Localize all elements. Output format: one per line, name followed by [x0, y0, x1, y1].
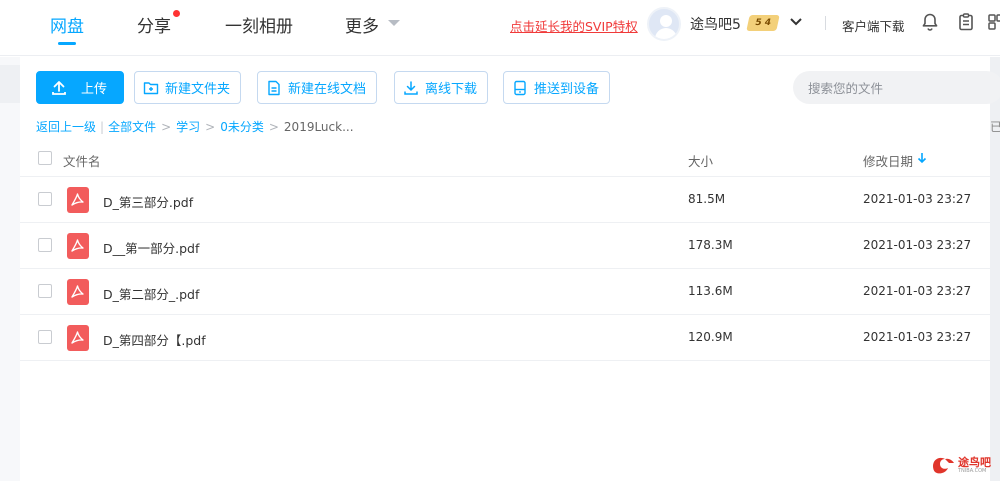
chevron-down-icon[interactable]: [789, 15, 803, 29]
folder-add-icon: [143, 81, 159, 94]
breadcrumb-separator: |: [100, 120, 105, 134]
file-name[interactable]: D_第四部分【.pdf: [103, 330, 206, 349]
avatar[interactable]: [647, 7, 681, 41]
breadcrumb-current: 2019Luck...: [283, 120, 354, 134]
back-link[interactable]: 返回上一级: [36, 120, 96, 134]
column-modified[interactable]: 修改日期: [863, 151, 913, 170]
new-online-doc-label: 新建在线文档: [288, 82, 367, 97]
file-name[interactable]: D__第一部分.pdf: [103, 238, 199, 257]
file-modified: 2021-01-03 23:27: [863, 284, 972, 298]
table-row[interactable]: D__第一部分.pdf 178.3M 2021-01-03 23:27: [20, 223, 990, 269]
offline-download-label: 离线下载: [425, 82, 478, 97]
document-icon: [268, 80, 280, 95]
upload-label: 上传: [81, 82, 108, 97]
table-header: 文件名 大小 修改日期: [20, 140, 990, 177]
table-row[interactable]: D_第三部分.pdf 81.5M 2021-01-03 23:27: [20, 177, 990, 223]
row-checkbox[interactable]: [38, 238, 52, 252]
active-tab-indicator: [58, 42, 76, 45]
file-name[interactable]: D_第二部分_.pdf: [103, 284, 199, 303]
new-folder-label: 新建文件夹: [165, 82, 231, 97]
table-row[interactable]: D_第二部分_.pdf 113.6M 2021-01-03 23:27: [20, 269, 990, 315]
file-size: 113.6M: [688, 284, 733, 298]
notification-dot: [173, 10, 180, 17]
file-modified: 2021-01-03 23:27: [863, 238, 972, 252]
file-size: 81.5M: [688, 192, 726, 206]
bell-icon[interactable]: [920, 12, 940, 32]
upload-icon: [52, 80, 66, 95]
chevron-down-icon[interactable]: [388, 20, 400, 26]
select-all-checkbox[interactable]: [38, 151, 52, 165]
file-name[interactable]: D_第三部分.pdf: [103, 192, 193, 211]
top-bar: 网盘 分享 一刻相册 更多 点击延长我的SVIP特权 途鸟吧5 5 4 客户端下…: [0, 0, 1000, 56]
left-sidebar-edge: [0, 57, 20, 481]
device-icon: [514, 80, 526, 95]
push-to-device-label: 推送到设备: [534, 82, 600, 97]
pdf-icon: [67, 233, 89, 259]
tab-netdisk[interactable]: 网盘: [50, 12, 84, 37]
client-download-link[interactable]: 客户端下载: [842, 16, 905, 35]
file-size: 178.3M: [688, 238, 733, 252]
breadcrumb-all-files[interactable]: 全部文件: [108, 120, 156, 134]
table-row[interactable]: D_第四部分【.pdf 120.9M 2021-01-03 23:27: [20, 315, 990, 361]
pdf-icon: [67, 279, 89, 305]
svip-promo-link[interactable]: 点击延长我的SVIP特权: [510, 16, 638, 35]
column-size[interactable]: 大小: [688, 151, 713, 170]
offline-download-button[interactable]: 离线下载: [394, 71, 489, 104]
new-online-doc-button[interactable]: 新建在线文档: [257, 71, 378, 104]
pdf-icon: [67, 325, 89, 351]
vip-level-right: 4: [763, 18, 772, 28]
file-size: 120.9M: [688, 330, 733, 344]
divider: [825, 16, 826, 30]
clipboard-icon[interactable]: [956, 12, 976, 32]
sort-desc-icon[interactable]: [917, 152, 927, 164]
tab-album[interactable]: 一刻相册: [225, 12, 293, 37]
breadcrumb-uncategorized[interactable]: 0未分类: [220, 120, 264, 134]
row-checkbox[interactable]: [38, 330, 52, 344]
push-to-device-button[interactable]: 推送到设备: [503, 71, 611, 104]
file-modified: 2021-01-03 23:27: [863, 330, 972, 344]
watermark-logo: 途鸟吧 TNIBA.COM: [928, 452, 998, 478]
loaded-count: 已: [990, 120, 1000, 134]
tab-share[interactable]: 分享: [137, 12, 171, 37]
download-icon: [404, 80, 418, 95]
apps-icon[interactable]: [986, 12, 1000, 32]
username[interactable]: 途鸟吧5: [690, 14, 741, 34]
tab-more[interactable]: 更多: [345, 12, 379, 37]
vip-level-left: 5: [754, 18, 763, 28]
column-name[interactable]: 文件名: [63, 151, 101, 170]
breadcrumb: 返回上一级 | 全部文件 > 学习 >0未分类 >2019Luck...: [36, 120, 354, 134]
breadcrumb-study[interactable]: 学习: [176, 120, 200, 134]
vip-badge: 5 4: [746, 15, 780, 31]
row-checkbox[interactable]: [38, 284, 52, 298]
watermark-subtext: TNIBA.COM: [958, 468, 987, 474]
row-checkbox[interactable]: [38, 192, 52, 206]
search-placeholder: 搜索您的文件: [808, 81, 884, 96]
new-folder-button[interactable]: 新建文件夹: [134, 71, 242, 104]
upload-button[interactable]: 上传: [36, 71, 124, 104]
search-input[interactable]: 搜索您的文件: [793, 71, 1000, 104]
pdf-icon: [67, 187, 89, 213]
bird-logo-icon: [933, 457, 954, 474]
file-modified: 2021-01-03 23:27: [863, 192, 972, 206]
